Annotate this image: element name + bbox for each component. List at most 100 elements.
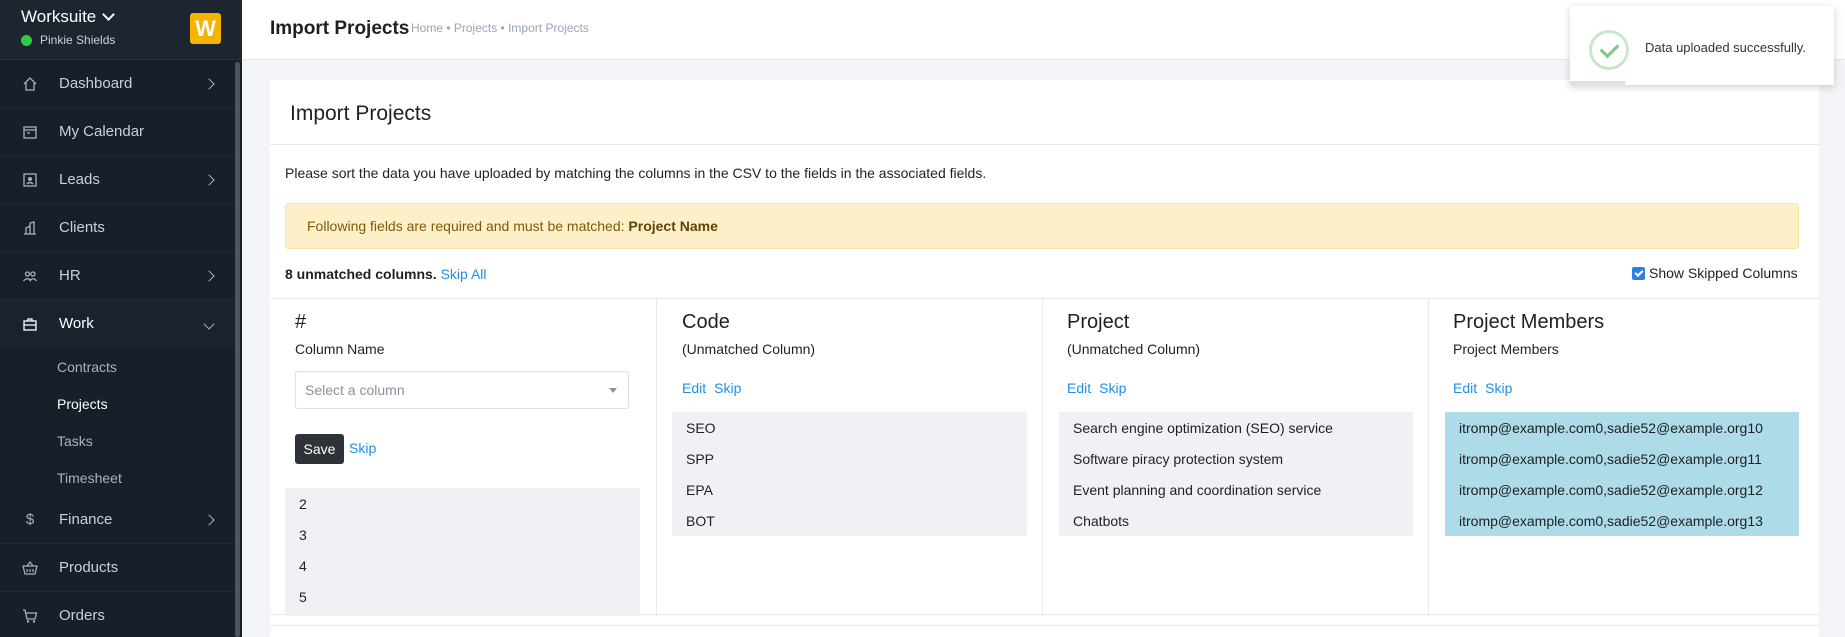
- sidebar-item-products[interactable]: Products: [0, 544, 236, 592]
- sidebar: Worksuite Pinkie Shields W Dashboard My …: [0, 0, 242, 637]
- sidebar-item-label: Dashboard: [59, 75, 133, 92]
- chevron-right-icon: [203, 513, 215, 526]
- sidebar-item-label: Orders: [59, 607, 105, 624]
- briefcase-icon: [21, 315, 39, 333]
- chevron-right-icon: [203, 173, 215, 186]
- mapping-column-number: # Column Name Select a column Save Skip …: [270, 299, 657, 616]
- brand-name: Worksuite: [21, 7, 97, 26]
- skip-link[interactable]: Skip: [714, 380, 741, 396]
- list-item: itromp@example.com0,sadie52@example.org1…: [1459, 451, 1762, 467]
- contact-card-icon: [21, 171, 39, 189]
- dollar-icon: $: [25, 511, 35, 528]
- list-item: Chatbots: [1073, 513, 1130, 529]
- required-field-name: Project Name: [628, 218, 718, 234]
- column-select-dropdown[interactable]: Select a column: [295, 371, 629, 409]
- page-title: Import Projects: [270, 18, 410, 39]
- toast-progress-bar: [1570, 81, 1625, 85]
- sidebar-item-label: Clients: [59, 219, 105, 236]
- online-status-icon: [21, 34, 32, 46]
- column-status-label: (Unmatched Column): [1067, 341, 1201, 357]
- sidebar-item-hr[interactable]: HR: [0, 252, 236, 300]
- select-placeholder: Select a column: [305, 382, 405, 398]
- sidebar-item-finance[interactable]: $ Finance: [0, 496, 236, 544]
- matched-field-label: Project Members: [1453, 341, 1559, 357]
- card-title: Import Projects: [270, 80, 1819, 145]
- breadcrumb: Home • Projects • Import Projects: [411, 21, 589, 35]
- column-name-label: Column Name: [295, 341, 385, 357]
- next-row-divider: [270, 625, 1819, 637]
- unmatched-summary: 8 unmatched columns. Skip All: [285, 266, 487, 282]
- sidebar-item-leads[interactable]: Leads: [0, 156, 236, 204]
- list-item: SPP: [686, 451, 715, 467]
- success-toast[interactable]: Data uploaded successfully.: [1570, 6, 1834, 85]
- alert-text: Following fields are required and must b…: [307, 218, 629, 234]
- sidebar-item-label: My Calendar: [59, 123, 145, 140]
- mapping-column-project-members: Project Members Project Members Edit Skip…: [1429, 299, 1819, 616]
- toast-message: Data uploaded successfully.: [1645, 40, 1806, 55]
- list-item: Search engine optimization (SEO) service: [1073, 420, 1333, 436]
- column-values-list: 2 3 4 5: [285, 488, 640, 616]
- list-item: 5: [299, 589, 307, 605]
- home-icon: [21, 75, 39, 93]
- sidebar-item-dashboard[interactable]: Dashboard: [0, 60, 236, 108]
- mapping-column-code: Code (Unmatched Column) Edit Skip SEO SPP…: [657, 299, 1043, 616]
- list-item: 2: [299, 496, 307, 512]
- sidebar-item-my-calendar[interactable]: My Calendar: [0, 108, 236, 156]
- list-item: itromp@example.com0,sadie52@example.org1…: [1459, 482, 1763, 498]
- sidebar-item-label: Work: [59, 315, 94, 332]
- work-submenu: Contracts Projects Tasks Timesheet: [0, 348, 236, 496]
- column-heading: Project: [1067, 311, 1130, 333]
- sidebar-subitem-tasks[interactable]: Tasks: [0, 422, 236, 459]
- logo-letter: W: [195, 15, 216, 41]
- sidebar-subitem-contracts[interactable]: Contracts: [0, 348, 236, 385]
- sidebar-menu: Dashboard My Calendar Leads Clients HR W…: [0, 60, 236, 637]
- sidebar-item-label: Products: [59, 559, 119, 576]
- chevron-right-icon: [203, 269, 215, 282]
- list-item: Software piracy protection system: [1073, 451, 1284, 467]
- cart-icon: [21, 607, 39, 625]
- list-item: itromp@example.com0,sadie52@example.org1…: [1459, 513, 1763, 529]
- success-check-icon: [1589, 30, 1629, 70]
- skip-all-link[interactable]: Skip All: [441, 266, 487, 282]
- list-item: 3: [299, 527, 307, 543]
- user-name: Pinkie Shields: [40, 33, 116, 47]
- edit-link[interactable]: Edit: [1067, 380, 1091, 396]
- column-values-list: Search engine optimization (SEO) service…: [1059, 412, 1413, 536]
- basket-icon: [21, 559, 39, 577]
- skip-link[interactable]: Skip: [1099, 380, 1126, 396]
- import-card: Import Projects Please sort the data you…: [270, 80, 1819, 637]
- required-fields-alert: Following fields are required and must b…: [285, 203, 1799, 249]
- column-heading: #: [295, 311, 307, 333]
- chevron-right-icon: [203, 77, 215, 90]
- chevron-down-icon: [102, 8, 116, 21]
- skip-link[interactable]: Skip: [1485, 380, 1512, 396]
- sidebar-item-work[interactable]: Work: [0, 300, 236, 348]
- sidebar-subitem-timesheet[interactable]: Timesheet: [0, 459, 236, 496]
- list-item: SEO: [686, 420, 716, 436]
- edit-link[interactable]: Edit: [682, 380, 706, 396]
- mapping-column-project: Project (Unmatched Column) Edit Skip Sear…: [1043, 299, 1429, 616]
- sidebar-scrollbar[interactable]: [235, 62, 240, 637]
- unmatched-count: 8 unmatched columns.: [285, 266, 437, 282]
- sidebar-item-orders[interactable]: Orders: [0, 592, 236, 637]
- list-item: EPA: [686, 482, 713, 498]
- edit-link[interactable]: Edit: [1453, 380, 1477, 396]
- app-logo[interactable]: W: [190, 13, 221, 44]
- sidebar-item-clients[interactable]: Clients: [0, 204, 236, 252]
- chevron-down-icon: [203, 317, 215, 330]
- column-heading: Code: [682, 311, 730, 333]
- people-icon: [21, 267, 39, 285]
- show-skipped-label: Show Skipped Columns: [1649, 265, 1798, 281]
- save-button[interactable]: Save: [295, 434, 344, 464]
- list-item: Event planning and coordination service: [1073, 482, 1322, 498]
- calendar-icon: [21, 123, 39, 141]
- column-values-list: itromp@example.com0,sadie52@example.org1…: [1445, 412, 1799, 536]
- skip-link[interactable]: Skip: [349, 440, 376, 456]
- instructions-text: Please sort the data you have uploaded b…: [285, 165, 987, 181]
- list-item: BOT: [686, 513, 715, 529]
- show-skipped-checkbox[interactable]: [1632, 266, 1645, 280]
- column-values-list: SEO SPP EPA BOT: [672, 412, 1027, 536]
- sidebar-subitem-projects[interactable]: Projects: [0, 385, 236, 422]
- show-skipped-toggle[interactable]: Show Skipped Columns: [1632, 265, 1798, 281]
- building-icon: [21, 219, 39, 237]
